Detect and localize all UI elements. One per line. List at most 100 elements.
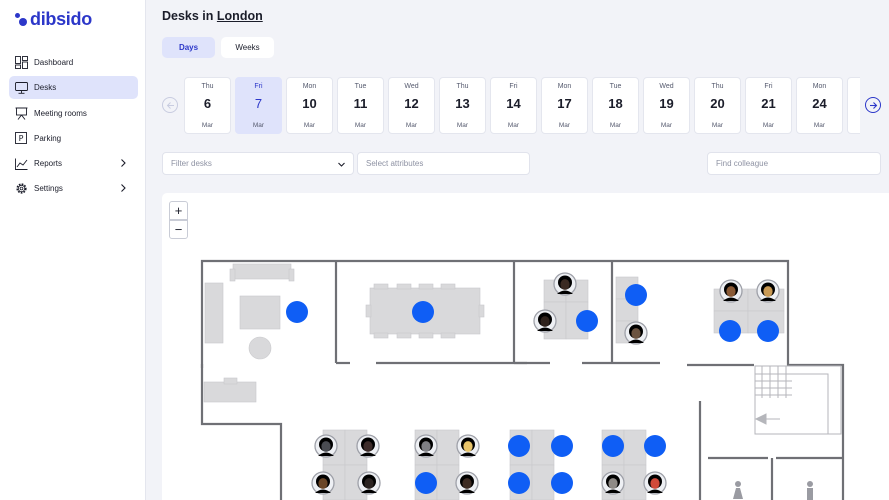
sidebar-item-desks[interactable]: Desks xyxy=(9,76,138,100)
next-dates-button[interactable] xyxy=(865,97,881,113)
svg-text:P: P xyxy=(19,134,24,143)
date-weekday: Tue xyxy=(609,83,622,90)
colleague-avatar[interactable] xyxy=(414,434,438,458)
available-desk-marker[interactable] xyxy=(508,472,530,494)
date-weekday: Wed xyxy=(659,83,674,90)
date-card[interactable]: Tue 11 Mar xyxy=(337,77,384,134)
date-month: Mar xyxy=(252,122,265,129)
date-day-number: 18 xyxy=(608,96,623,111)
floor-plan[interactable] xyxy=(162,193,889,500)
date-day-number: 19 xyxy=(659,96,674,111)
date-card[interactable]: Mon 10 Mar xyxy=(286,77,333,134)
colleague-avatar[interactable] xyxy=(553,272,577,296)
available-desk-marker[interactable] xyxy=(719,320,741,342)
date-day-number: 17 xyxy=(557,96,572,111)
date-day-number: 20 xyxy=(710,96,725,111)
chevron-right-icon xyxy=(121,159,126,168)
available-desk-marker[interactable] xyxy=(415,472,437,494)
date-day-number: 6 xyxy=(203,96,212,111)
colleague-avatar[interactable] xyxy=(456,434,480,458)
available-desk-marker[interactable] xyxy=(757,320,779,342)
available-desk-marker[interactable] xyxy=(286,301,308,323)
colleague-avatar[interactable] xyxy=(455,471,479,495)
colleague-avatar[interactable] xyxy=(756,279,780,303)
date-card[interactable]: Wed 12 Mar xyxy=(388,77,435,134)
dashboard-icon xyxy=(14,56,28,70)
sidebar-item-reports[interactable]: Reports xyxy=(9,152,138,175)
desk-monitor-icon xyxy=(14,81,28,95)
date-card[interactable]: Tue 18 Mar xyxy=(592,77,639,134)
colleague-avatar[interactable] xyxy=(314,434,338,458)
sidebar-item-label: Reports xyxy=(34,159,63,169)
date-weekday: Thu xyxy=(456,83,469,90)
available-desk-marker[interactable] xyxy=(644,435,666,457)
arrow-left-icon xyxy=(166,101,174,109)
colleague-avatar[interactable] xyxy=(719,279,743,303)
page-title-prefix: Desks in xyxy=(162,9,214,23)
find-colleague-input[interactable]: Find colleague xyxy=(707,152,881,175)
select-attributes-placeholder: Select attributes xyxy=(366,159,424,168)
date-weekday: Mon xyxy=(812,83,827,90)
date-month: Mar xyxy=(558,122,571,129)
colleague-avatar[interactable] xyxy=(601,471,625,495)
presentation-board-icon xyxy=(14,106,28,120)
date-month: Mar xyxy=(711,122,724,129)
chevron-down-icon xyxy=(338,162,345,167)
date-card[interactable]: Thu 13 Mar xyxy=(439,77,486,134)
date-card[interactable]: Mon 17 Mar xyxy=(541,77,588,134)
filter-desks-select[interactable]: Filter desks xyxy=(162,152,354,175)
logo-mark-icon xyxy=(15,12,29,27)
sidebar-item-settings[interactable]: Settings xyxy=(9,177,138,200)
available-desk-marker[interactable] xyxy=(508,435,530,457)
available-desk-marker[interactable] xyxy=(625,284,647,306)
sidebar: dibsido Dashboard Desks Meeting rooms P … xyxy=(0,0,146,500)
parking-icon: P xyxy=(14,131,28,145)
date-card[interactable]: Fri 14 Mar xyxy=(490,77,537,134)
colleague-avatar[interactable] xyxy=(624,321,648,345)
date-day-number: 10 xyxy=(302,96,317,111)
logo-text: dibsido xyxy=(30,9,92,29)
date-card[interactable]: Fri 21 Mar xyxy=(745,77,792,134)
chart-trend-icon xyxy=(14,157,28,171)
available-desk-marker[interactable] xyxy=(551,435,573,457)
days-toggle-button[interactable]: Days xyxy=(162,37,215,58)
available-desk-marker[interactable] xyxy=(412,301,434,323)
date-card[interactable]: Thu 6 Mar xyxy=(184,77,231,134)
colleague-avatar[interactable] xyxy=(356,434,380,458)
colleague-avatar[interactable] xyxy=(533,309,557,333)
date-card[interactable]: Fri 7 Mar xyxy=(235,77,282,134)
sidebar-item-parking[interactable]: P Parking xyxy=(9,127,138,150)
date-weekday: Thu xyxy=(201,83,214,90)
date-weekday: Mon xyxy=(302,83,317,90)
colleague-avatar[interactable] xyxy=(311,471,335,495)
location-selector-link[interactable]: London xyxy=(217,9,263,23)
previous-dates-button[interactable] xyxy=(162,97,178,113)
colleague-avatar[interactable] xyxy=(643,471,667,495)
logo[interactable]: dibsido xyxy=(15,9,92,30)
date-weekday: Thu xyxy=(711,83,724,90)
date-month: Mar xyxy=(609,122,622,129)
sidebar-item-label: Desks xyxy=(34,83,57,93)
sidebar-nav: Dashboard Desks Meeting rooms P Parking … xyxy=(9,51,138,203)
date-day-number: 12 xyxy=(404,96,419,111)
chevron-right-icon xyxy=(121,184,126,193)
sidebar-item-dashboard[interactable]: Dashboard xyxy=(9,51,138,74)
date-card[interactable]: Thu 20 Mar xyxy=(694,77,741,134)
colleague-avatar[interactable] xyxy=(357,471,381,495)
date-card[interactable]: Wed 19 Mar xyxy=(643,77,690,134)
date-strip: Thu 6 Mar Fri 7 Mar Mon 10 Mar Tue 11 Mar Wed 12 Mar Th… xyxy=(184,77,860,134)
available-desk-marker[interactable] xyxy=(576,310,598,332)
date-month: Mar xyxy=(303,122,316,129)
zoom-out-button[interactable]: − xyxy=(169,220,188,239)
date-month: Mar xyxy=(405,122,418,129)
select-attributes-input[interactable]: Select attributes xyxy=(357,152,530,175)
weeks-toggle-button[interactable]: Weeks xyxy=(221,37,274,58)
sidebar-item-meeting-rooms[interactable]: Meeting rooms xyxy=(9,102,138,125)
zoom-in-button[interactable]: + xyxy=(169,201,188,220)
date-card[interactable] xyxy=(847,77,860,134)
date-card[interactable]: Mon 24 Mar xyxy=(796,77,843,134)
available-desk-marker[interactable] xyxy=(602,435,624,457)
available-desk-marker[interactable] xyxy=(551,472,573,494)
floor-map[interactable]: + − xyxy=(162,193,889,500)
furniture xyxy=(203,263,785,500)
